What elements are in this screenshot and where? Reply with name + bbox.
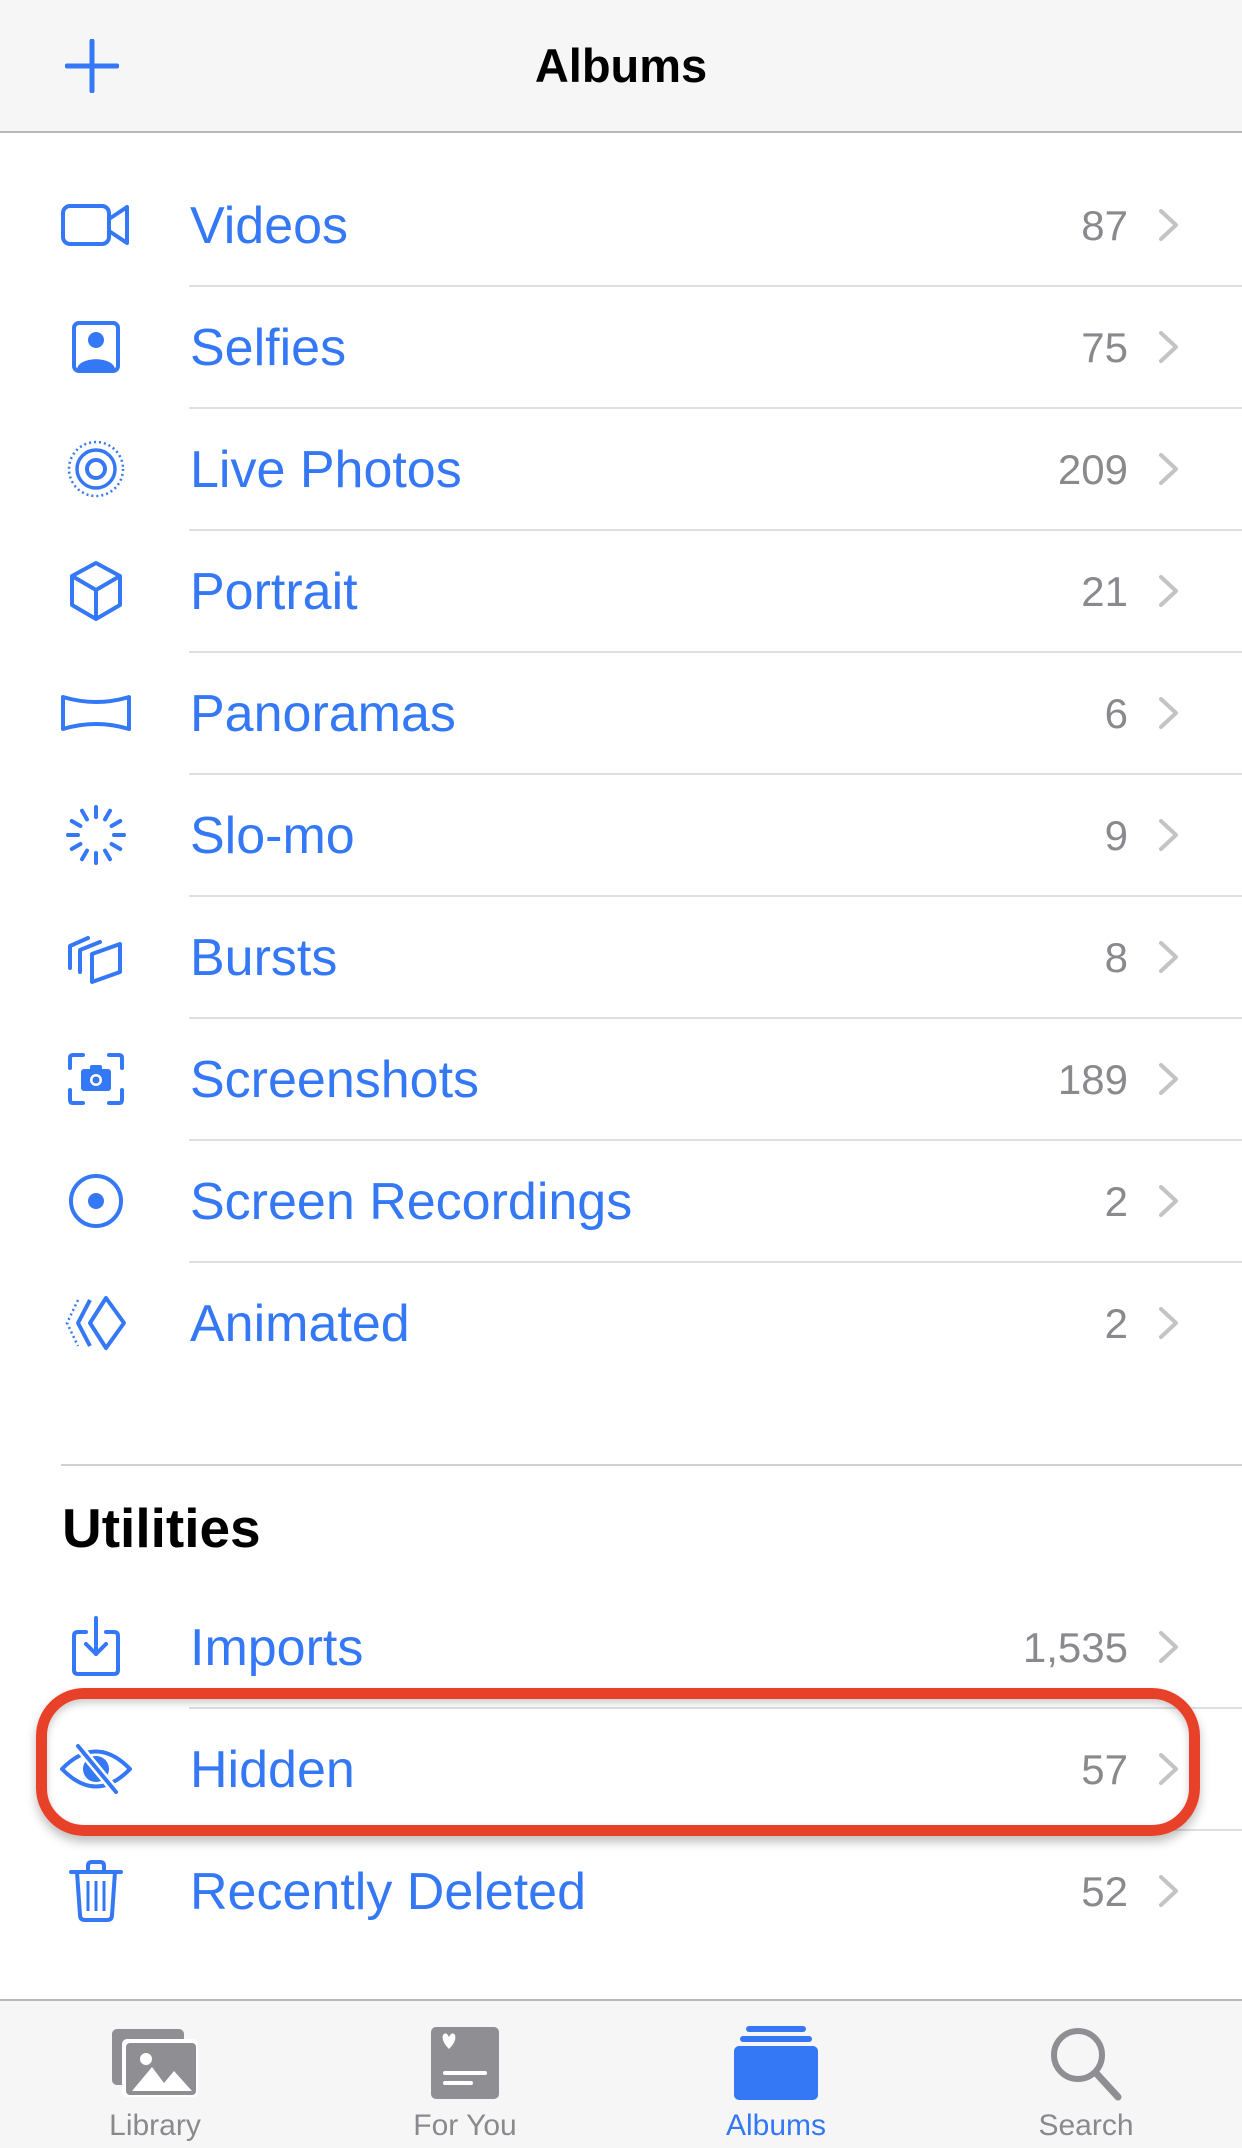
- album-count: 8: [1104, 934, 1128, 981]
- panorama-icon: [56, 683, 136, 743]
- album-count: 2: [1104, 1178, 1128, 1225]
- magnifying-glass-icon: [1036, 2023, 1136, 2103]
- album-count: 189: [1057, 1056, 1128, 1103]
- burst-icon: [56, 927, 136, 987]
- chevron-right-icon: [1159, 697, 1178, 729]
- chevron-right-icon: [1159, 1307, 1178, 1339]
- album-row-hidden[interactable]: Hidden 57: [0, 1708, 1242, 1831]
- trash-icon: [56, 1860, 136, 1922]
- tab-label: Library: [109, 2109, 201, 2142]
- tab-label: Search: [1038, 2109, 1134, 2142]
- chevron-right-icon: [1159, 1875, 1178, 1907]
- album-label: Screen Recordings: [190, 1173, 633, 1231]
- album-row-screenshots[interactable]: Screenshots 189: [0, 1018, 1242, 1141]
- for-you-card-icon: [415, 2023, 515, 2103]
- album-row-imports[interactable]: Imports 1,535: [0, 1586, 1242, 1709]
- album-row-panoramas[interactable]: Panoramas 6: [0, 652, 1242, 775]
- page-title: Albums: [534, 39, 708, 92]
- album-row-slo-mo[interactable]: Slo-mo 9: [0, 774, 1242, 897]
- chevron-right-icon: [1159, 819, 1178, 851]
- photo-library-icon: [105, 2023, 205, 2103]
- album-row-screen-recordings[interactable]: Screen Recordings 2: [0, 1140, 1242, 1263]
- album-label: Hidden: [190, 1741, 355, 1799]
- record-circle-icon: [56, 1171, 136, 1231]
- tab-library[interactable]: Library: [55, 2001, 255, 2148]
- slowmo-dash: [109, 842, 123, 851]
- slowmo-dash: [109, 819, 123, 828]
- album-label: Screenshots: [190, 1051, 480, 1109]
- tab-search[interactable]: Search: [986, 2001, 1186, 2148]
- chevron-right-icon: [1159, 453, 1178, 485]
- chevron-right-icon: [1159, 1185, 1178, 1217]
- album-count: 87: [1081, 202, 1128, 249]
- person-square-icon: [56, 317, 136, 377]
- slowmo-dash: [103, 848, 112, 862]
- album-count: 9: [1104, 812, 1128, 859]
- album-count: 52: [1081, 1868, 1128, 1915]
- albums-stack-icon: [726, 2023, 826, 2103]
- album-count: 75: [1081, 324, 1128, 371]
- album-row-live-photos[interactable]: Live Photos 209: [0, 408, 1242, 531]
- live-photo-icon: [56, 439, 136, 499]
- album-label: Slo-mo: [190, 807, 355, 865]
- slowmo-dash: [103, 808, 112, 822]
- album-label: Animated: [190, 1295, 410, 1353]
- chevron-right-icon: [1159, 575, 1178, 607]
- tab-bar: Library For You Albums Search: [0, 1999, 1242, 2148]
- album-label: Panoramas: [190, 685, 456, 743]
- chevron-right-icon: [1159, 941, 1178, 973]
- album-count: 57: [1081, 1746, 1128, 1793]
- album-label: Portrait: [190, 563, 358, 621]
- album-row-recently-deleted[interactable]: Recently Deleted 52: [0, 1830, 1242, 1952]
- slowmo-dash: [69, 819, 83, 828]
- album-row-portrait[interactable]: Portrait 21: [0, 530, 1242, 653]
- eye-slash-icon: [56, 1739, 136, 1799]
- chevron-right-icon: [1159, 1753, 1178, 1785]
- animated-diamond-icon: [56, 1293, 136, 1353]
- video-camera-icon: [56, 195, 136, 255]
- album-label: Recently Deleted: [190, 1863, 586, 1921]
- album-label: Live Photos: [190, 441, 462, 499]
- album-row-bursts[interactable]: Bursts 8: [0, 896, 1242, 1019]
- album-row-selfies[interactable]: Selfies 75: [0, 286, 1242, 409]
- album-label: Selfies: [190, 319, 347, 377]
- cube-icon: [56, 561, 136, 621]
- album-count: 21: [1081, 568, 1128, 615]
- utilities-heading: Utilities: [62, 1497, 261, 1559]
- album-count: 2: [1104, 1300, 1128, 1347]
- album-row-videos[interactable]: Videos 87: [0, 164, 1242, 287]
- chevron-right-icon: [1159, 209, 1178, 241]
- slowmo-dash: [80, 808, 89, 822]
- tab-label: For You: [413, 2109, 517, 2142]
- album-label: Bursts: [190, 929, 338, 987]
- album-label: Imports: [190, 1619, 364, 1677]
- chevron-right-icon: [1159, 331, 1178, 363]
- album-label: Videos: [190, 197, 349, 255]
- navigation-bar: Albums: [0, 0, 1242, 133]
- section-divider: [61, 1464, 1242, 1466]
- chevron-right-icon: [1159, 1631, 1178, 1663]
- import-tray-icon: [56, 1616, 136, 1677]
- album-count: 6: [1104, 690, 1128, 737]
- slowmo-dash: [69, 842, 83, 851]
- tab-albums[interactable]: Albums: [676, 2001, 876, 2148]
- screenshot-camera-icon: [56, 1049, 136, 1109]
- chevron-right-icon: [1159, 1063, 1178, 1095]
- tab-label: Albums: [725, 2109, 827, 2142]
- tab-for-you[interactable]: For You: [365, 2001, 565, 2148]
- album-count: 209: [1057, 446, 1128, 493]
- slowmo-icon: [56, 805, 136, 865]
- album-row-animated[interactable]: Animated 2: [0, 1262, 1242, 1384]
- slowmo-dash: [80, 848, 89, 862]
- album-count: 1,535: [1022, 1624, 1128, 1671]
